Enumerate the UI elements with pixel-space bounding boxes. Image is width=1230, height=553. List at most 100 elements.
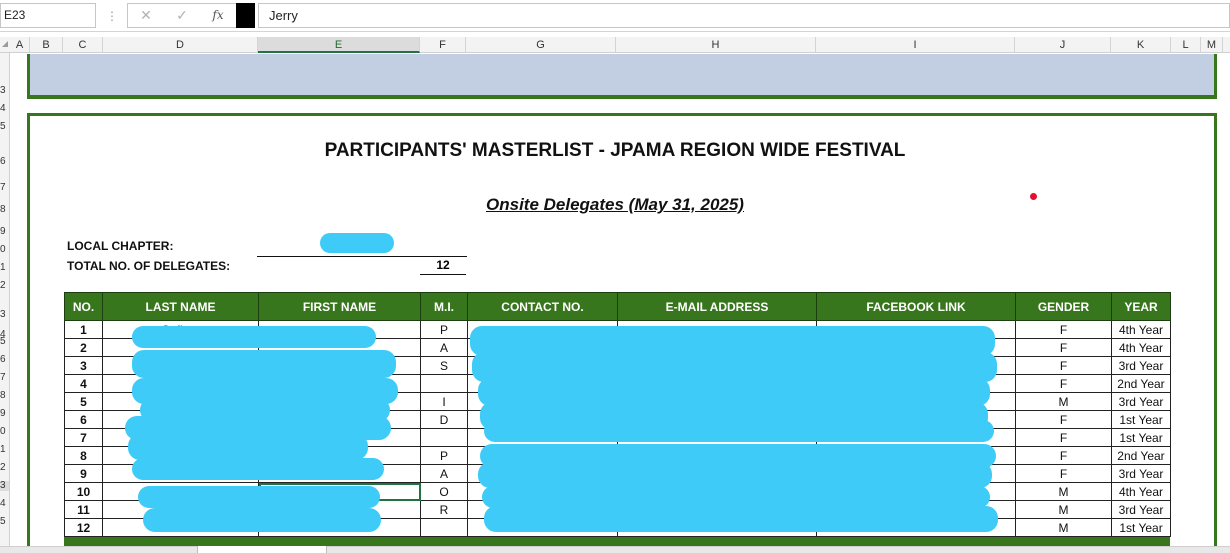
table-header-row: NO. LAST NAME FIRST NAME M.I. CONTACT NO. E-M… (64, 292, 1171, 321)
redaction-blob (138, 486, 380, 508)
column-header-j[interactable]: J (1015, 37, 1111, 53)
table-cell[interactable]: F (1015, 356, 1112, 375)
table-cell[interactable]: P (420, 320, 468, 339)
table-cell[interactable]: D (420, 410, 468, 429)
table-cell[interactable]: A (420, 464, 468, 483)
table-cell[interactable]: M (1015, 518, 1112, 537)
column-header-c[interactable]: C (63, 37, 103, 53)
table-cell[interactable]: 1st Year (1111, 410, 1171, 429)
formula-bar-divider (236, 3, 255, 28)
column-header-m[interactable]: M (1201, 37, 1223, 53)
table-cell[interactable]: F (1015, 338, 1112, 357)
table-cell[interactable]: R (420, 500, 468, 519)
table-cell[interactable]: 5 (64, 392, 103, 411)
row-header[interactable]: 6 (0, 355, 9, 365)
cancel-icon[interactable]: ✕ (132, 4, 160, 27)
column-header-e[interactable]: E (258, 37, 420, 53)
row-header[interactable]: 1 (0, 263, 9, 273)
row-header[interactable]: 2 (0, 281, 9, 291)
table-cell[interactable]: 1st Year (1111, 428, 1171, 447)
table-cell[interactable]: 3rd Year (1111, 500, 1171, 519)
formula-input[interactable]: Jerry (258, 3, 1230, 28)
column-header-b[interactable]: B (30, 37, 63, 53)
row-header[interactable]: 0 (0, 245, 9, 255)
column-header-f[interactable]: F (420, 37, 466, 53)
table-cell[interactable]: 3rd Year (1111, 464, 1171, 483)
table-cell[interactable]: 8 (64, 446, 103, 465)
formula-buttons: ✕ ✓ fx (127, 3, 253, 28)
table-cell[interactable]: F (1015, 320, 1112, 339)
row-header[interactable]: 9 (0, 409, 9, 419)
table-cell[interactable]: 11 (64, 500, 103, 519)
insert-function-icon[interactable]: fx (204, 4, 232, 27)
table-cell[interactable]: 4 (64, 374, 103, 393)
active-sheet-tab[interactable] (197, 546, 327, 553)
table-cell[interactable]: A (420, 338, 468, 357)
redaction-blob (484, 506, 998, 532)
table-cell[interactable]: 7 (64, 428, 103, 447)
table-cell[interactable]: M (1015, 500, 1112, 519)
column-header-k[interactable]: K (1111, 37, 1171, 53)
table-cell[interactable]: 10 (64, 482, 103, 501)
column-header-a[interactable]: A (10, 37, 30, 53)
row-header[interactable]: 8 (0, 391, 9, 401)
table-cell[interactable] (420, 518, 468, 537)
table-cell[interactable]: 3rd Year (1111, 392, 1171, 411)
table-cell[interactable]: 2nd Year (1111, 374, 1171, 393)
table-cell[interactable]: 3rd Year (1111, 356, 1171, 375)
column-header-i[interactable]: I (816, 37, 1015, 53)
row-header[interactable]: 2 (0, 463, 9, 473)
row-header[interactable]: 7 (0, 373, 9, 383)
table-cell[interactable]: F (1015, 428, 1112, 447)
redaction-blob (132, 326, 376, 348)
column-header-d[interactable]: D (103, 37, 258, 53)
table-cell[interactable]: 6 (64, 410, 103, 429)
table-cell[interactable]: I (420, 392, 468, 411)
table-cell[interactable]: M (1015, 392, 1112, 411)
top-banner-fill (30, 54, 1214, 95)
row-header[interactable]: 3 (0, 481, 9, 491)
row-header[interactable]: 5 (0, 337, 9, 347)
table-cell[interactable]: P (420, 446, 468, 465)
select-all-corner[interactable] (0, 37, 10, 53)
row-header[interactable]: 4 (0, 499, 9, 509)
column-header-g[interactable]: G (466, 37, 616, 53)
table-cell[interactable]: S (420, 356, 468, 375)
table-cell[interactable]: 4th Year (1111, 320, 1171, 339)
row-header[interactable]: 3 (0, 310, 9, 320)
redaction-blob (132, 350, 396, 378)
table-cell[interactable]: 2 (64, 338, 103, 357)
table-cell[interactable]: F (1015, 446, 1112, 465)
top-banner-frame (27, 54, 1217, 99)
table-cell[interactable]: 1st Year (1111, 518, 1171, 537)
table-cell[interactable]: 4th Year (1111, 482, 1171, 501)
row-header[interactable]: 5 (0, 122, 9, 132)
row-header[interactable]: 1 (0, 445, 9, 455)
row-header[interactable]: 3 (0, 86, 9, 96)
row-header[interactable]: 6 (0, 157, 9, 167)
table-cell[interactable]: 1 (64, 320, 103, 339)
row-header[interactable]: 5 (0, 517, 9, 527)
row-header[interactable]: 0 (0, 427, 9, 437)
column-heading: CONTACT NO. (467, 292, 618, 321)
table-cell[interactable]: O (420, 482, 468, 501)
table-cell[interactable]: F (1015, 410, 1112, 429)
table-cell[interactable]: M (1015, 482, 1112, 501)
table-cell[interactable]: F (1015, 464, 1112, 483)
table-cell[interactable]: F (1015, 374, 1112, 393)
table-cell[interactable]: 4th Year (1111, 338, 1171, 357)
row-header[interactable]: 8 (0, 205, 9, 215)
enter-icon[interactable]: ✓ (168, 4, 196, 27)
column-header-l[interactable]: L (1171, 37, 1201, 53)
table-cell[interactable]: 2nd Year (1111, 446, 1171, 465)
table-cell[interactable] (420, 428, 468, 447)
table-cell[interactable]: 3 (64, 356, 103, 375)
column-header-h[interactable]: H (616, 37, 816, 53)
row-header[interactable]: 9 (0, 227, 9, 237)
row-header[interactable]: 4 (0, 104, 9, 114)
name-box[interactable]: E23 (0, 3, 96, 28)
row-header[interactable]: 7 (0, 183, 9, 193)
table-cell[interactable] (420, 374, 468, 393)
table-cell[interactable]: 12 (64, 518, 103, 537)
table-cell[interactable]: 9 (64, 464, 103, 483)
